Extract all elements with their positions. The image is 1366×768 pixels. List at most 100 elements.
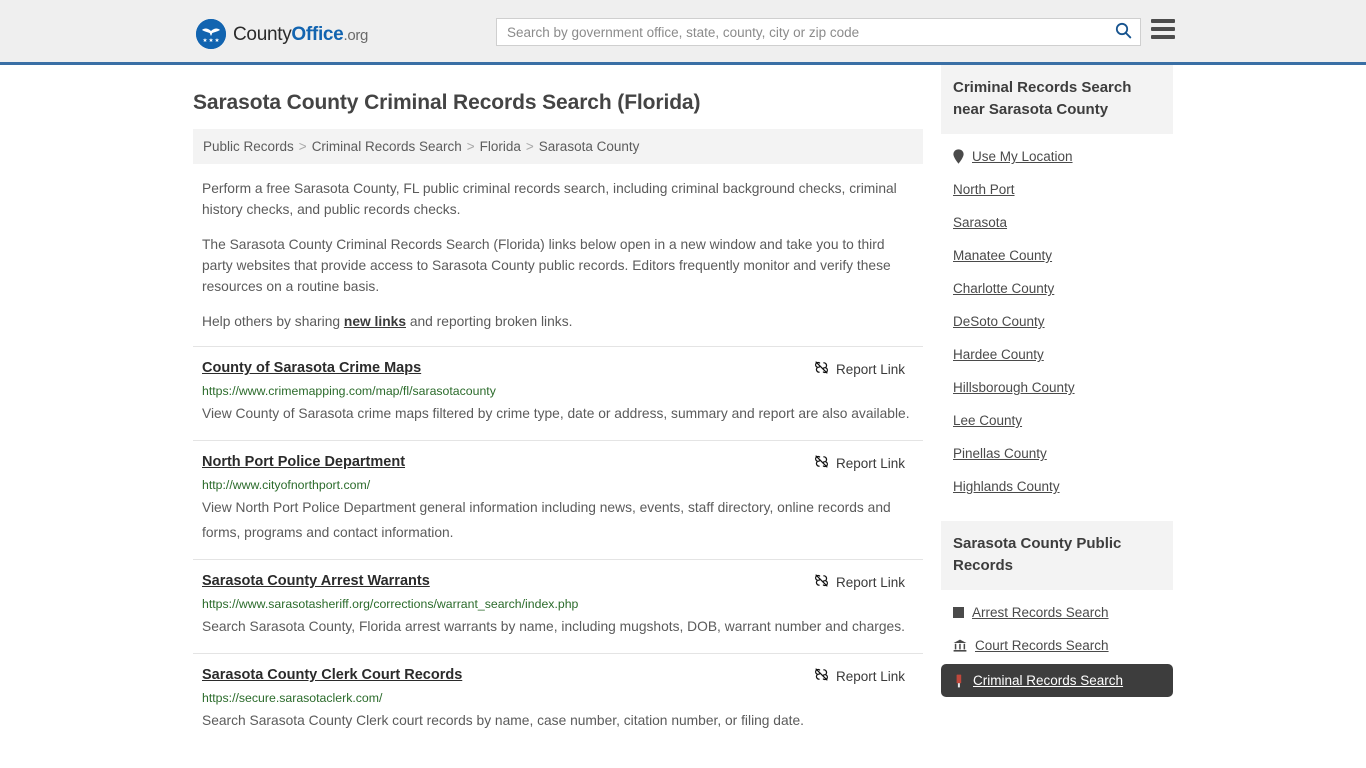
sidebar-item-arrest-records-search[interactable]: Arrest Records Search	[941, 596, 1173, 629]
breadcrumb: Public Records > Criminal Records Search > F…	[193, 129, 923, 164]
sidebar-item-charlotte-county[interactable]: Charlotte County	[941, 272, 1173, 305]
sidebar-public-records-link-2[interactable]: Criminal Records Search	[973, 673, 1123, 688]
hamburger-bar-2	[1151, 27, 1175, 31]
result-item: North Port Police Department Report Link…	[193, 440, 923, 559]
result-item: Sarasota County Arrest Warrants Report L…	[193, 559, 923, 653]
result-header: County of Sarasota Crime Maps Report Lin…	[202, 359, 917, 378]
sidebar-nearby-list: Use My Location North Port Sarasota Mana…	[941, 134, 1173, 503]
sidebar-item-hardee-county[interactable]: Hardee County	[941, 338, 1173, 371]
breadcrumb-separator-2: >	[525, 139, 534, 154]
sidebar-public-records-heading: Sarasota County Public Records	[941, 521, 1173, 590]
search-button[interactable]	[1106, 19, 1140, 45]
sidebar-public-records-link-0[interactable]: Arrest Records Search	[972, 605, 1109, 620]
site-logo-text: CountyOffice.org	[233, 25, 368, 44]
hamburger-menu-icon[interactable]	[1151, 19, 1175, 39]
result-title-link[interactable]: North Port Police Department	[202, 453, 405, 471]
broken-link-icon	[814, 360, 829, 378]
report-link-label: Report Link	[835, 668, 905, 684]
breadcrumb-item-1[interactable]: Criminal Records Search	[312, 139, 462, 154]
sidebar: Criminal Records Search near Sarasota Co…	[941, 65, 1173, 697]
result-url[interactable]: http://www.cityofnorthport.com/	[202, 478, 917, 493]
broken-link-icon	[814, 667, 829, 685]
page-body: Sarasota County Criminal Records Search …	[0, 65, 1366, 747]
breadcrumb-item-0[interactable]: Public Records	[203, 139, 294, 154]
sidebar-nearby-link-1[interactable]: North Port	[953, 182, 1015, 197]
report-link-button[interactable]: Report Link	[814, 359, 905, 378]
sidebar-item-highlands-county[interactable]: Highlands County	[941, 470, 1173, 503]
sidebar-item-criminal-records-search[interactable]: Criminal Records Search	[941, 664, 1173, 697]
intro-p3-before: Help others by sharing	[202, 314, 344, 329]
sidebar-item-hillsborough-county[interactable]: Hillsborough County	[941, 371, 1173, 404]
fingerprint-square-icon	[953, 607, 964, 618]
sidebar-item-pinellas-county[interactable]: Pinellas County	[941, 437, 1173, 470]
site-logo[interactable]: CountyOffice.org	[196, 19, 368, 49]
breadcrumb-separator-1: >	[466, 139, 475, 154]
new-links-link[interactable]: new links	[344, 314, 406, 329]
result-title-link[interactable]: Sarasota County Clerk Court Records	[202, 666, 462, 684]
hamburger-bar-1	[1151, 19, 1175, 23]
result-url[interactable]: https://secure.sarasotaclerk.com/	[202, 691, 917, 706]
sidebar-item-desoto-county[interactable]: DeSoto County	[941, 305, 1173, 338]
intro-paragraph-1: Perform a free Sarasota County, FL publi…	[202, 181, 897, 217]
sidebar-nearby-link-4[interactable]: Charlotte County	[953, 281, 1054, 296]
result-item: County of Sarasota Crime Maps Report Lin…	[193, 346, 923, 440]
sidebar-item-use-my-location[interactable]: Use My Location	[941, 140, 1173, 173]
sidebar-item-north-port[interactable]: North Port	[941, 173, 1173, 206]
sidebar-item-manatee-county[interactable]: Manatee County	[941, 239, 1173, 272]
sidebar-nearby-link-8[interactable]: Lee County	[953, 413, 1022, 428]
result-title-link[interactable]: Sarasota County Arrest Warrants	[202, 572, 430, 590]
search-bar[interactable]	[496, 18, 1141, 46]
sidebar-nearby-link-5[interactable]: DeSoto County	[953, 314, 1045, 329]
sidebar-item-sarasota[interactable]: Sarasota	[941, 206, 1173, 239]
page-title: Sarasota County Criminal Records Search …	[193, 91, 701, 114]
sidebar-nearby-link-2[interactable]: Sarasota	[953, 215, 1007, 230]
report-link-label: Report Link	[835, 455, 905, 471]
hamburger-bar-3	[1151, 35, 1175, 39]
site-header: CountyOffice.org	[0, 0, 1366, 65]
report-link-label: Report Link	[835, 361, 905, 377]
sidebar-nearby-link-3[interactable]: Manatee County	[953, 248, 1052, 263]
intro-text: Perform a free Sarasota County, FL publi…	[193, 178, 923, 332]
intro-paragraph-2: The Sarasota County Criminal Records Sea…	[202, 237, 891, 294]
report-link-button[interactable]: Report Link	[814, 572, 905, 591]
sidebar-nearby-box: Criminal Records Search near Sarasota Co…	[941, 65, 1173, 503]
sidebar-nearby-link-10[interactable]: Highlands County	[953, 479, 1060, 494]
report-link-button[interactable]: Report Link	[814, 453, 905, 472]
sidebar-nearby-link-0[interactable]: Use My Location	[972, 149, 1073, 164]
breadcrumb-item-3[interactable]: Sarasota County	[539, 139, 640, 154]
sidebar-item-lee-county[interactable]: Lee County	[941, 404, 1173, 437]
result-description: View North Port Police Department genera…	[202, 500, 891, 540]
result-title-link[interactable]: County of Sarasota Crime Maps	[202, 359, 421, 377]
logo-text-org: .org	[343, 26, 369, 44]
broken-link-icon	[814, 454, 829, 472]
breadcrumb-item-2[interactable]: Florida	[480, 139, 521, 154]
result-description: View County of Sarasota crime maps filte…	[202, 406, 910, 421]
sidebar-nearby-heading: Criminal Records Search near Sarasota Co…	[941, 65, 1173, 134]
intro-p3-after: and reporting broken links.	[406, 314, 573, 329]
sidebar-item-court-records-search[interactable]: Court Records Search	[941, 629, 1173, 662]
logo-text-office: Office	[291, 23, 344, 45]
logo-text-county: County	[233, 23, 292, 45]
eagle-shield-logo-icon	[196, 19, 226, 49]
results-list: County of Sarasota Crime Maps Report Lin…	[193, 346, 923, 747]
result-header: Sarasota County Clerk Court Records Repo…	[202, 666, 917, 685]
result-item: Sarasota County Clerk Court Records Repo…	[193, 653, 923, 747]
sidebar-nearby-link-6[interactable]: Hardee County	[953, 347, 1044, 362]
report-link-button[interactable]: Report Link	[814, 666, 905, 685]
breadcrumb-separator-0: >	[298, 139, 307, 154]
intro-paragraph-3: Help others by sharing new links and rep…	[193, 311, 923, 332]
sidebar-public-records-box: Sarasota County Public Records Arrest Re…	[941, 521, 1173, 697]
courthouse-icon	[953, 639, 967, 652]
sidebar-public-records-list: Arrest Records Search Court Records Sear…	[941, 590, 1173, 697]
sidebar-nearby-link-9[interactable]: Pinellas County	[953, 446, 1047, 461]
result-url[interactable]: https://www.sarasotasheriff.org/correcti…	[202, 597, 917, 612]
broken-link-icon	[814, 573, 829, 591]
search-input[interactable]	[497, 19, 1106, 45]
result-description: Search Sarasota County, Florida arrest w…	[202, 619, 905, 634]
main-column: Sarasota County Criminal Records Search …	[193, 65, 923, 747]
report-link-label: Report Link	[835, 574, 905, 590]
sidebar-nearby-link-7[interactable]: Hillsborough County	[953, 380, 1075, 395]
sidebar-public-records-link-1[interactable]: Court Records Search	[975, 638, 1109, 653]
result-url[interactable]: https://www.crimemapping.com/map/fl/sara…	[202, 384, 917, 399]
sidebar-divider	[941, 503, 1173, 521]
